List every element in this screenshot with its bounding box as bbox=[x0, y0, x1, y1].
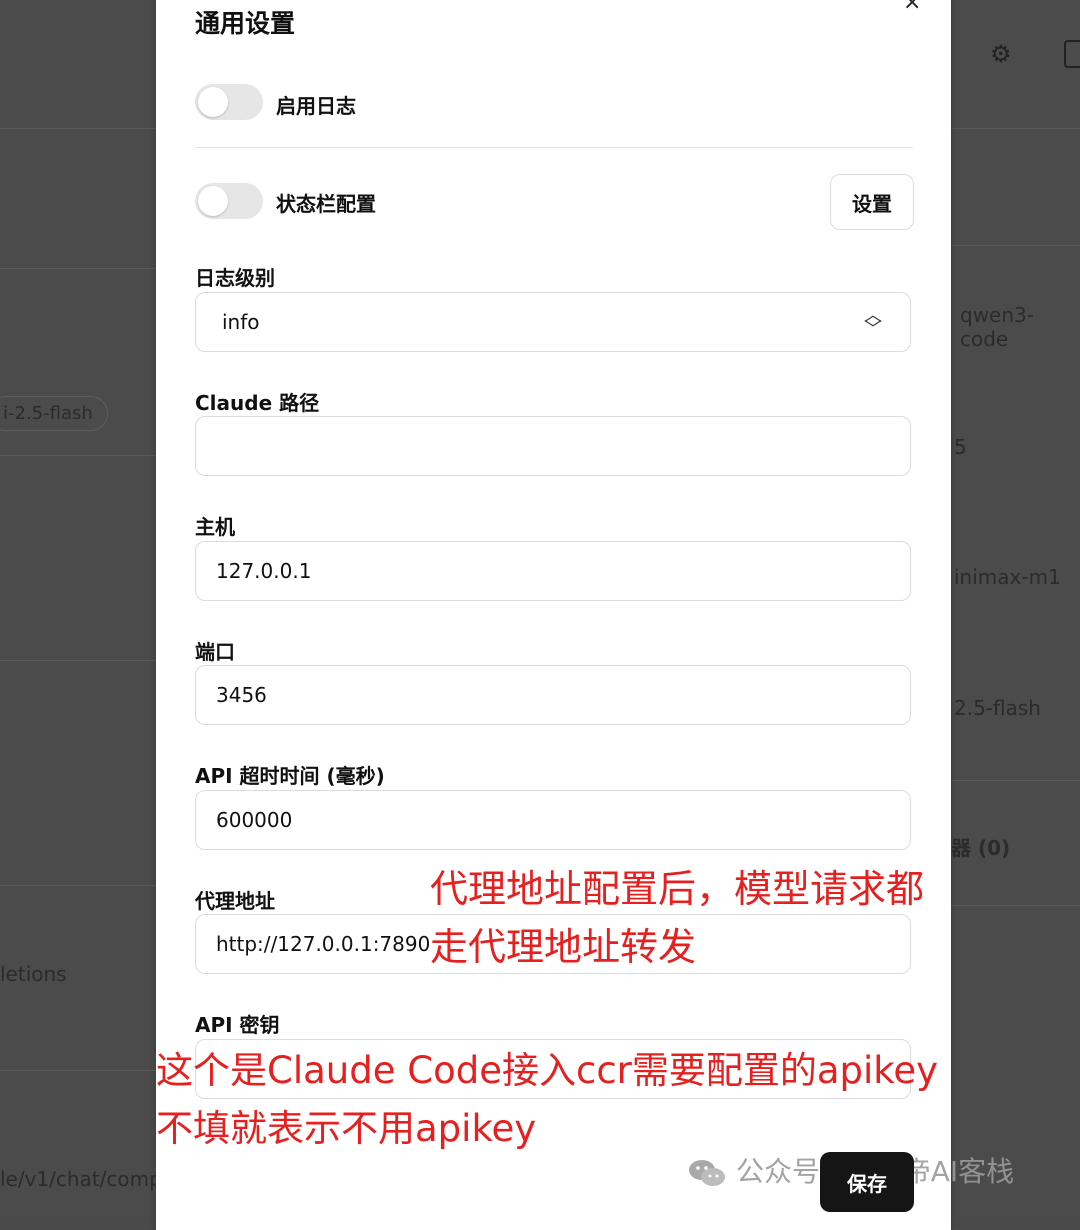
bg-text: 5 bbox=[954, 435, 967, 459]
claude-path-input[interactable] bbox=[195, 416, 911, 476]
enable-log-toggle[interactable] bbox=[195, 84, 263, 120]
proxy-annotation-line1: 代理地址配置后，模型请求都 bbox=[430, 867, 925, 911]
document-icon[interactable] bbox=[1064, 40, 1080, 68]
apikey-annotation-line1: 这个是Claude Code接入ccr需要配置的apikey bbox=[156, 1049, 939, 1092]
bg-url-text: le/v1/chat/comp bbox=[0, 1167, 162, 1191]
log-level-value: info bbox=[222, 310, 260, 334]
bg-section-title: 器 (0) bbox=[951, 836, 1011, 860]
port-label: 端口 bbox=[195, 640, 235, 664]
host-label: 主机 bbox=[195, 515, 235, 539]
timeout-label: API 超时时间 (毫秒) bbox=[195, 764, 385, 788]
close-icon[interactable]: × bbox=[903, 0, 921, 15]
bg-divider bbox=[0, 1070, 156, 1071]
port-input[interactable]: 3456 bbox=[195, 665, 911, 725]
host-input[interactable]: 127.0.0.1 bbox=[195, 541, 911, 601]
toggle-knob bbox=[198, 186, 228, 216]
wechat-icon bbox=[689, 1160, 725, 1186]
divider bbox=[195, 147, 913, 148]
bg-divider bbox=[951, 128, 1080, 129]
bg-text: letions bbox=[0, 962, 67, 986]
bg-divider bbox=[951, 905, 1080, 906]
chevron-updown-icon: ︿ ﹀ bbox=[864, 305, 882, 340]
bg-divider bbox=[951, 780, 1080, 781]
bg-provider-name: qwen3-code bbox=[960, 303, 1034, 351]
log-level-label: 日志级别 bbox=[195, 266, 275, 290]
apikey-annotation-line2: 不填就表示不用apikey bbox=[156, 1107, 537, 1150]
bg-divider bbox=[0, 660, 156, 661]
statusbar-settings-button[interactable]: 设置 bbox=[830, 174, 914, 230]
bg-model-pill: i-2.5-flash bbox=[0, 396, 108, 431]
claude-path-label: Claude 路径 bbox=[195, 391, 320, 415]
bg-model-name: inimax-m1 bbox=[954, 565, 1061, 589]
dialog-title: 通用设置 bbox=[195, 9, 296, 38]
enable-log-label: 启用日志 bbox=[276, 94, 356, 118]
proxy-annotation-line2: 走代理地址转发 bbox=[430, 925, 697, 969]
apikey-label: API 密钥 bbox=[195, 1013, 280, 1037]
toggle-knob bbox=[198, 87, 228, 117]
bg-model-name: 2.5-flash bbox=[954, 696, 1041, 720]
bg-divider bbox=[0, 455, 156, 456]
bg-divider bbox=[0, 268, 156, 269]
bg-divider bbox=[0, 885, 156, 886]
log-level-select[interactable]: info ︿ ﹀ bbox=[195, 292, 911, 352]
bg-divider bbox=[0, 128, 156, 129]
statusbar-label: 状态栏配置 bbox=[276, 192, 376, 216]
statusbar-toggle[interactable] bbox=[195, 183, 263, 219]
timeout-input[interactable]: 600000 bbox=[195, 790, 911, 850]
gear-icon[interactable]: ⚙ bbox=[990, 40, 1012, 68]
proxy-label: 代理地址 bbox=[195, 889, 275, 913]
save-button[interactable]: 保存 bbox=[820, 1152, 914, 1212]
bg-divider bbox=[951, 245, 1080, 246]
